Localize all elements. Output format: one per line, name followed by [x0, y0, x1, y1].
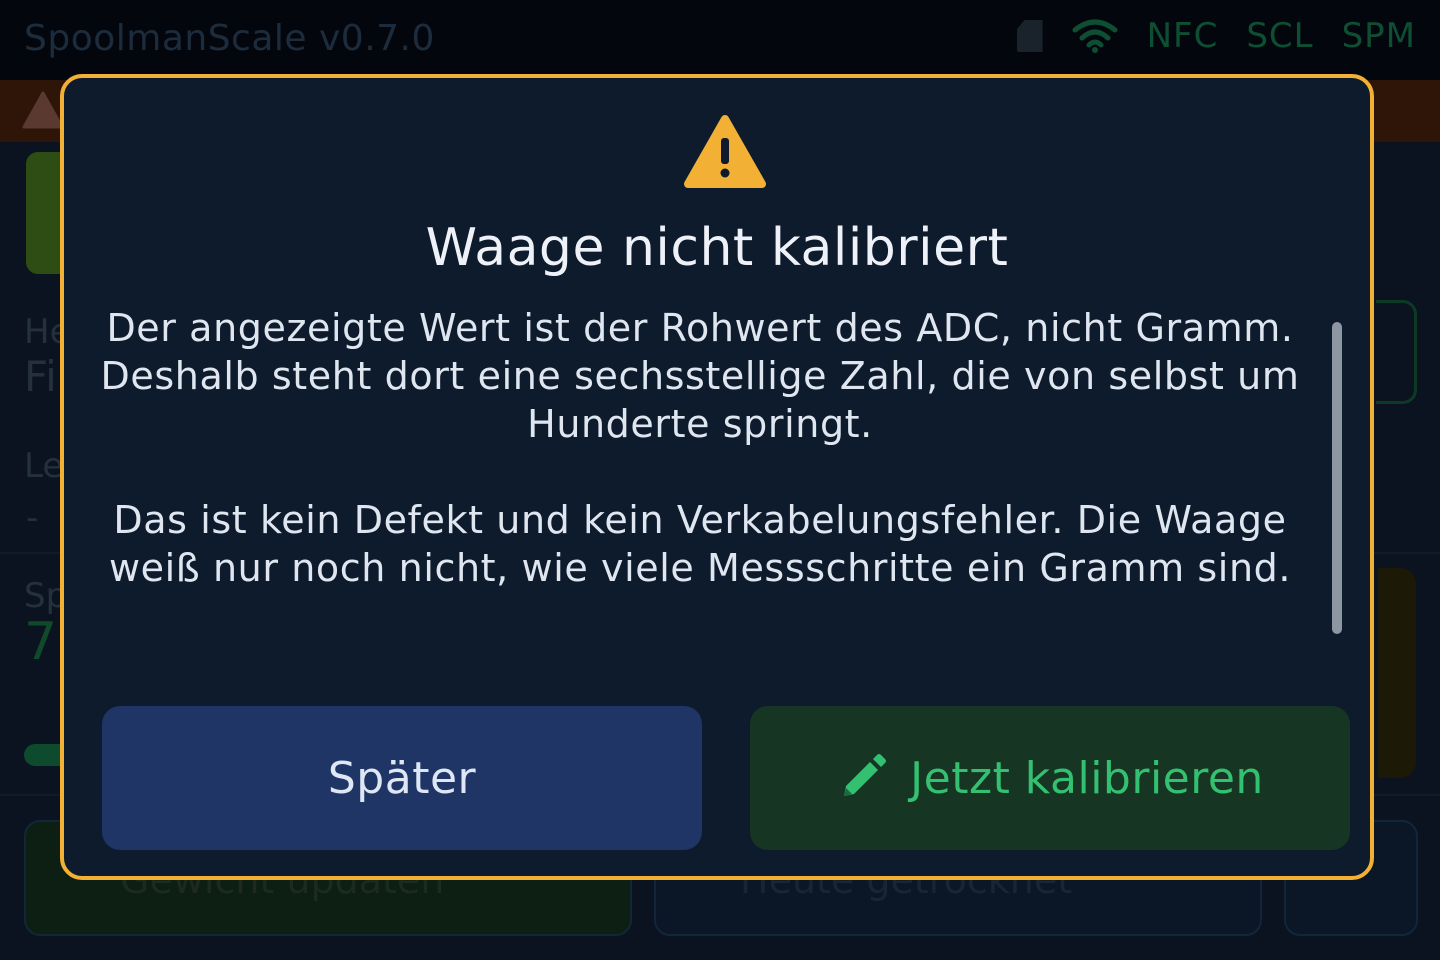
- dialog-scrollbar[interactable]: [1332, 322, 1342, 634]
- later-button[interactable]: Später: [102, 706, 702, 850]
- status-nfc: NFC: [1146, 16, 1219, 56]
- app-title: SpoolmanScale v0.7.0: [24, 18, 435, 59]
- calibrate-now-button[interactable]: Jetzt kalibrieren: [750, 706, 1350, 850]
- pencil-icon: [844, 754, 887, 796]
- calibrate-now-label: Jetzt kalibrieren: [910, 752, 1264, 804]
- bg-field-box: [1376, 300, 1417, 404]
- status-bar: NFC SCL SPM: [1016, 16, 1416, 56]
- warning-icon: [22, 91, 64, 129]
- bg-value-fi: Fi: [24, 352, 57, 401]
- dialog-paragraph: Der angezeigte Wert ist der Rohwert des …: [100, 306, 1300, 446]
- wifi-icon: [1072, 19, 1118, 53]
- sd-card-icon: [1016, 20, 1043, 52]
- later-button-label: Später: [327, 752, 477, 804]
- bg-side-card: [1378, 568, 1416, 778]
- bg-value-weight: 7: [24, 612, 58, 672]
- warning-icon: [684, 115, 766, 188]
- status-spm: SPM: [1341, 16, 1416, 56]
- status-scl: SCL: [1246, 16, 1314, 56]
- calibration-warning-dialog: Waage nicht kalibriert Der angezeigte We…: [60, 74, 1374, 880]
- top-bar: SpoolmanScale v0.7.0 NFC SCL SPM: [0, 0, 1440, 80]
- dialog-paragraph: Das ist kein Defekt und kein Verkabelung…: [108, 498, 1292, 590]
- bg-value-dash: -: [26, 498, 39, 538]
- dialog-message: Der angezeigte Wert ist der Rohwert des …: [100, 304, 1300, 664]
- bg-label-le: Le: [24, 446, 64, 486]
- dialog-title: Waage nicht kalibriert: [425, 218, 1009, 278]
